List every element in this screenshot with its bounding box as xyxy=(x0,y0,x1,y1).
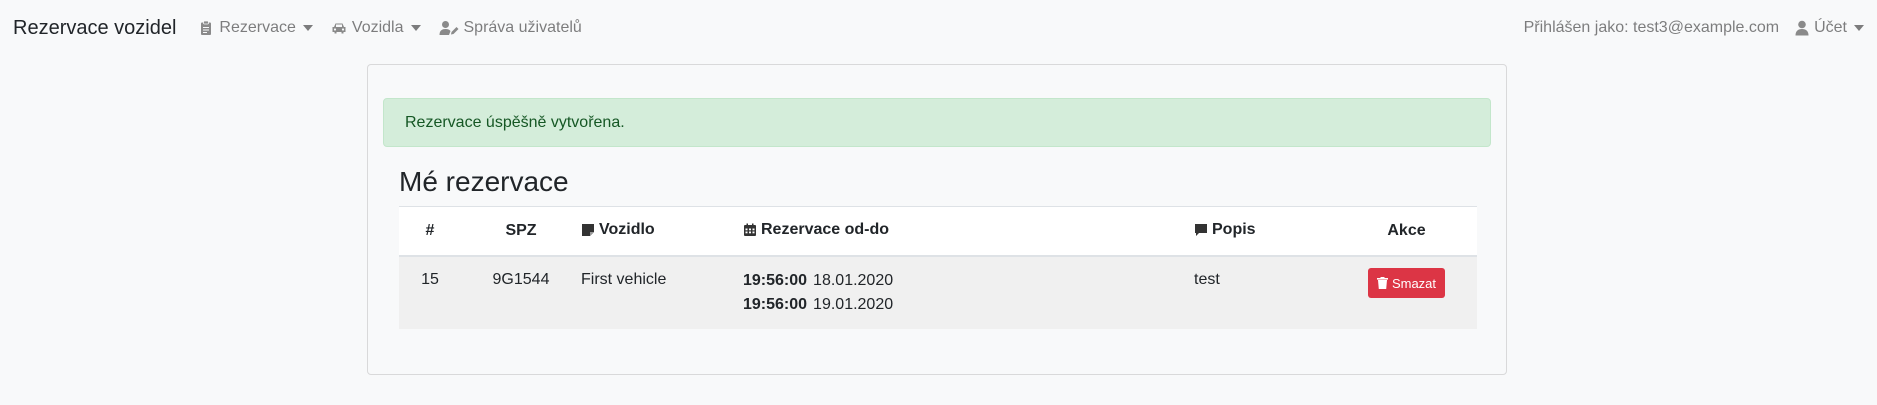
cell-vehicle: First vehicle xyxy=(581,255,743,329)
date-from: 19:56:00 18.01.2020 xyxy=(743,269,1194,293)
caret-down-icon xyxy=(302,25,313,31)
navbar: Rezervace vozidel Rezervace Vozidla Sprá… xyxy=(0,0,1877,56)
success-alert: Rezervace úspěšně vytvořena. xyxy=(383,98,1491,147)
navbar-left: Rezervace vozidel Rezervace Vozidla Sprá… xyxy=(13,17,600,40)
header-vehicle-label: Vozidlo xyxy=(599,220,655,238)
account-label: Účet xyxy=(1814,19,1847,36)
caret-down-icon xyxy=(1854,25,1864,31)
cell-dates: 19:56:00 18.01.2020 19:56:00 19.01.2020 xyxy=(743,255,1194,329)
account-dropdown[interactable]: Účet xyxy=(1795,19,1864,37)
nav-rezervace-dropdown[interactable]: Rezervace xyxy=(198,19,313,37)
cell-num: 15 xyxy=(399,255,461,329)
nav-rezervace-label: Rezervace xyxy=(219,19,296,36)
delete-button[interactable]: Smazat xyxy=(1367,268,1446,298)
header-dates-label: Rezervace od-do xyxy=(761,220,890,238)
nav-sprava-label: Správa uživatelů xyxy=(463,19,582,36)
car-icon xyxy=(331,20,347,36)
date-to: 19:56:00 19.01.2020 xyxy=(743,293,1194,317)
from-time: 19:56:00 xyxy=(743,272,808,289)
caret-down-icon xyxy=(410,25,421,31)
cell-actions: Smazat xyxy=(1336,255,1477,329)
header-vehicle: Vozidlo xyxy=(581,206,743,257)
header-description-label: Popis xyxy=(1212,220,1256,238)
user-icon xyxy=(1795,20,1809,36)
cell-spz: 9G1544 xyxy=(461,255,581,329)
user-edit-icon xyxy=(439,20,459,36)
table-row: 15 9G1544 First vehicle 19:56:00 18.01.20… xyxy=(399,255,1477,329)
from-date: 18.01.2020 xyxy=(813,272,894,289)
to-date: 19.01.2020 xyxy=(813,296,894,313)
calendar-icon xyxy=(743,223,757,237)
header-spz: SPZ xyxy=(461,206,581,257)
reservations-card: Rezervace úspěšně vytvořena. Mé rezervac… xyxy=(367,64,1507,375)
comment-icon xyxy=(1194,223,1208,237)
nav-vozidla-label: Vozidla xyxy=(351,19,404,36)
clipboard-icon xyxy=(198,20,214,36)
table-header-row: # SPZ Vozidlo Rezervace od-do Popis Akce xyxy=(399,206,1477,257)
nav-vozidla-dropdown[interactable]: Vozidla xyxy=(331,19,421,37)
header-actions: Akce xyxy=(1336,206,1477,257)
brand[interactable]: Rezervace vozidel xyxy=(13,17,176,40)
navbar-right: Přihlášen jako: test3@example.com Účet xyxy=(1524,19,1864,37)
header-num: # xyxy=(399,206,461,257)
trash-icon xyxy=(1376,277,1388,289)
logged-in-text: Přihlášen jako: test3@example.com xyxy=(1523,19,1780,36)
to-time: 19:56:00 xyxy=(743,296,808,313)
delete-button-label: Smazat xyxy=(1391,275,1437,291)
reservations-table: # SPZ Vozidlo Rezervace od-do Popis Akce… xyxy=(399,206,1477,329)
header-description: Popis xyxy=(1194,206,1336,257)
cell-description: test xyxy=(1194,255,1336,329)
nav-sprava-uzivatelu[interactable]: Správa uživatelů xyxy=(439,19,582,37)
sticky-note-icon xyxy=(581,223,595,237)
page-title: Mé rezervace xyxy=(399,166,569,197)
header-dates: Rezervace od-do xyxy=(743,206,1194,257)
